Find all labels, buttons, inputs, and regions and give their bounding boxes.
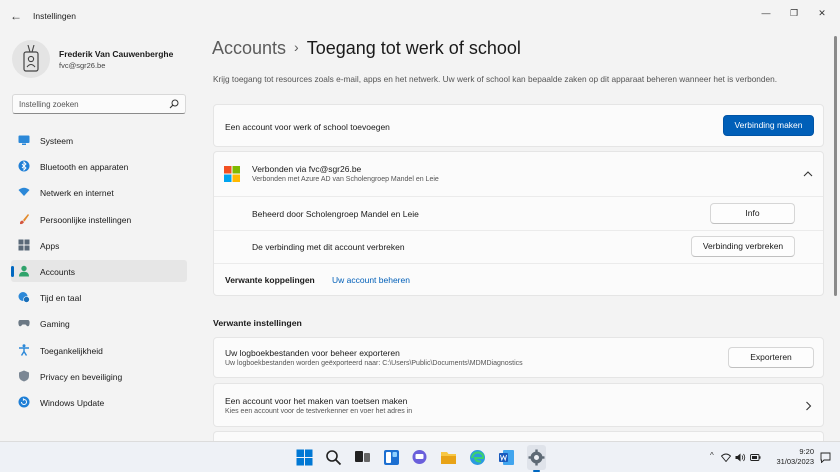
sidebar-item-bluetooth[interactable]: Bluetooth en apparaten xyxy=(11,155,187,177)
sidebar-item-label: Bluetooth en apparaten xyxy=(40,162,129,173)
globe-clock-icon xyxy=(18,292,30,303)
shield-icon xyxy=(19,370,29,382)
person-icon xyxy=(19,265,29,277)
disconnect-button[interactable]: Verbinding verbreken xyxy=(691,236,795,257)
breadcrumb-parent[interactable]: Accounts xyxy=(212,38,286,58)
test-account-label: Een account voor het maken van toetsen m… xyxy=(225,396,408,406)
sidebar-item-label: Netwerk en internet xyxy=(40,188,114,199)
sidebar-item-label: Toegankelijkheid xyxy=(40,345,103,356)
related-settings-title: Verwante instellingen xyxy=(213,318,302,328)
sidebar-item-label: Gaming xyxy=(40,319,70,330)
wifi-tray-icon[interactable] xyxy=(721,453,731,462)
clock-time: 9:20 xyxy=(799,447,814,456)
edge-icon[interactable] xyxy=(469,449,486,466)
sidebar-item-label: Apps xyxy=(40,240,60,251)
sidebar-item-systeem[interactable]: Systeem xyxy=(11,129,187,151)
sidebar-item-label: Persoonlijke instellingen xyxy=(40,214,132,225)
search-box[interactable] xyxy=(12,94,186,114)
export-button[interactable]: Exporteren xyxy=(728,347,814,368)
search-input[interactable] xyxy=(13,95,163,113)
word-icon[interactable] xyxy=(498,449,515,466)
file-explorer-icon[interactable] xyxy=(440,449,457,466)
tray-chevron-icon[interactable]: ^ xyxy=(710,451,714,460)
manage-account-link[interactable]: Uw account beheren xyxy=(332,275,410,285)
clock-date: 31/03/2023 xyxy=(776,457,814,466)
widgets-icon[interactable] xyxy=(383,449,400,466)
taskbar: ^ 9:20 31/03/2023 xyxy=(0,441,840,472)
minimize-button[interactable]: — xyxy=(756,6,776,20)
sidebar-item-tijd-taal[interactable]: Tijd en taal xyxy=(11,286,187,308)
battery-icon[interactable] xyxy=(750,453,761,462)
divider xyxy=(214,196,823,197)
brush-icon xyxy=(19,213,29,224)
sidebar-item-accounts[interactable]: Accounts xyxy=(11,259,187,282)
export-logs-label: Uw logboekbestanden voor beheer exporter… xyxy=(225,348,400,358)
title-bar: ← Instellingen — ❐ ✕ xyxy=(0,0,840,30)
chat-icon[interactable] xyxy=(411,449,428,466)
apps-icon xyxy=(18,239,30,251)
managed-by-label: Beheerd door Scholengroep Mandel en Leie xyxy=(252,209,419,219)
user-email: fvc@sgr26.be xyxy=(59,61,106,70)
maximize-button[interactable]: ❐ xyxy=(784,6,804,20)
settings-icon[interactable] xyxy=(528,449,545,466)
sidebar-item-gaming[interactable]: Gaming xyxy=(11,312,187,334)
scrollbar[interactable] xyxy=(834,36,837,296)
divider xyxy=(214,263,823,264)
info-button[interactable]: Info xyxy=(710,203,795,224)
add-account-label: Een account voor werk of school toevoege… xyxy=(225,122,390,132)
divider xyxy=(214,230,823,231)
export-logs-subtitle: Uw logboekbestanden worden geëxporteerd … xyxy=(225,360,523,367)
sidebar-item-label: Tijd en taal xyxy=(40,293,82,304)
volume-icon[interactable] xyxy=(735,453,746,462)
chevron-right-icon xyxy=(806,401,812,411)
partial-card xyxy=(213,431,824,441)
sidebar-item-persoonlijk[interactable]: Persoonlijke instellingen xyxy=(11,208,187,230)
add-account-card: Een account voor werk of school toevoege… xyxy=(213,104,824,147)
sidebar-item-windows-update[interactable]: Windows Update xyxy=(11,391,187,413)
update-icon xyxy=(18,396,30,408)
notification-icon[interactable] xyxy=(820,452,831,463)
monitor-icon xyxy=(18,135,30,145)
system-clock[interactable]: 9:20 31/03/2023 xyxy=(770,447,814,467)
chevron-up-icon[interactable] xyxy=(803,170,813,177)
disconnect-label: De verbinding met dit account verbreken xyxy=(252,242,405,252)
accessibility-icon xyxy=(19,343,29,356)
connected-title: Verbonden via fvc@sgr26.be xyxy=(252,164,362,174)
sidebar-item-toegankelijkheid[interactable]: Toegankelijkheid xyxy=(11,339,187,361)
sidebar-item-apps[interactable]: Apps xyxy=(11,234,187,256)
sidebar-item-label: Windows Update xyxy=(40,397,105,408)
connected-subtitle: Verbonden met Azure AD van Scholengroep … xyxy=(252,176,439,183)
windows-start-icon[interactable] xyxy=(296,449,313,466)
test-account-card[interactable]: Een account voor het maken van toetsen m… xyxy=(213,383,824,427)
gamepad-icon xyxy=(18,320,30,327)
task-view-icon[interactable] xyxy=(354,449,371,466)
app-title: Instellingen xyxy=(33,11,77,21)
close-button[interactable]: ✕ xyxy=(812,6,832,20)
sidebar-item-label: Privacy en beveiliging xyxy=(40,371,123,382)
sidebar-item-netwerk[interactable]: Netwerk en internet xyxy=(11,181,187,203)
avatar[interactable] xyxy=(12,40,50,78)
sidebar-item-label: Systeem xyxy=(40,136,74,146)
connect-button[interactable]: Verbinding maken xyxy=(723,115,814,136)
sidebar-item-label: Accounts xyxy=(40,266,75,277)
back-button[interactable]: ← xyxy=(8,8,24,24)
sidebar-nav: Systeem Bluetooth en apparaten Netwerk e… xyxy=(11,129,187,417)
connected-account-card: Verbonden via fvc@sgr26.be Verbonden met… xyxy=(213,151,824,296)
export-logs-card: Uw logboekbestanden voor beheer exporter… xyxy=(213,337,824,378)
test-account-subtitle: Kies een account voor de testverkenner e… xyxy=(225,408,413,415)
bluetooth-icon xyxy=(18,160,30,172)
page-description: Krijg toegang tot resources zoals e-mail… xyxy=(213,74,778,84)
microsoft-logo-icon xyxy=(224,166,240,182)
badge-icon xyxy=(23,45,39,72)
page-title: Toegang tot werk of school xyxy=(306,38,521,58)
sidebar-item-privacy[interactable]: Privacy en beveiliging xyxy=(11,365,187,387)
user-name: Frederik Van Cauwenberghe xyxy=(59,49,174,59)
wifi-icon xyxy=(18,188,30,197)
search-icon[interactable] xyxy=(169,99,179,109)
breadcrumb-separator-icon: › xyxy=(294,39,299,55)
related-links-label: Verwante koppelingen xyxy=(225,275,315,285)
search-icon[interactable] xyxy=(325,449,342,466)
breadcrumb: Accounts › Toegang tot werk of school xyxy=(212,38,521,59)
